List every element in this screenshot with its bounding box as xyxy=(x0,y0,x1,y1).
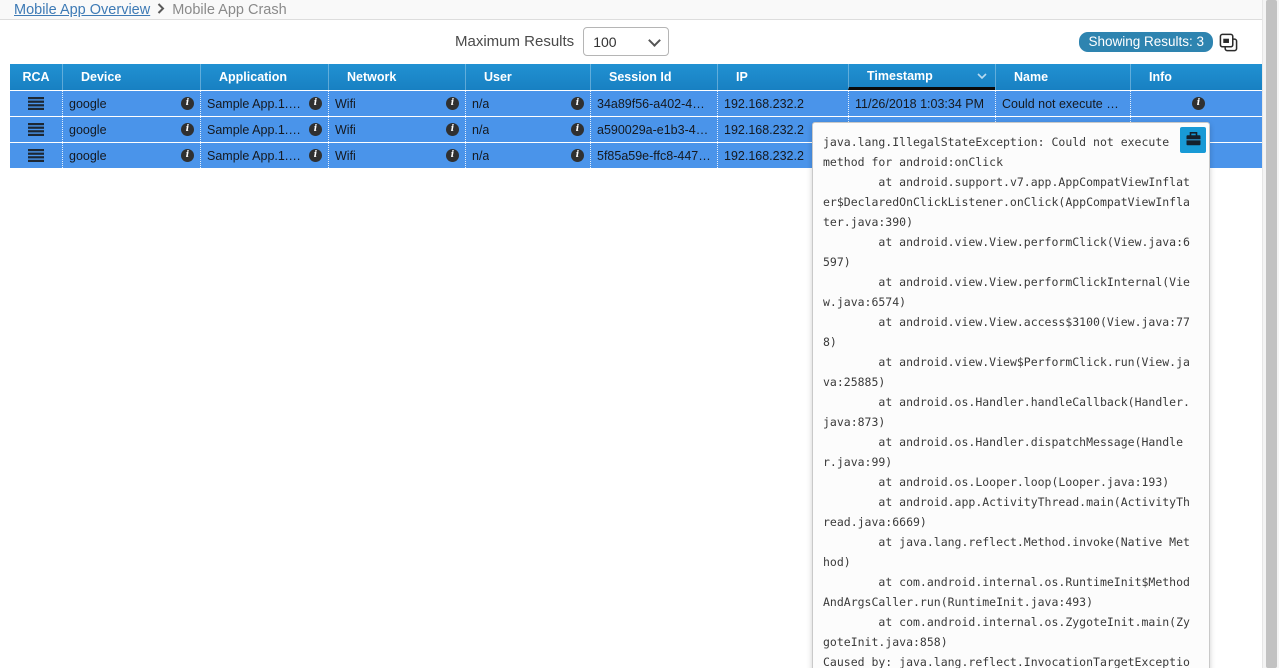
ip-cell: 192.168.232.2 xyxy=(717,91,848,116)
info-icon[interactable] xyxy=(571,97,584,110)
column-header-network[interactable]: Network xyxy=(328,64,465,90)
device-cell: google xyxy=(62,117,200,142)
application-cell: Sample App.1.8.5.1-S xyxy=(200,91,328,116)
info-icon[interactable] xyxy=(181,149,194,162)
session-id-value: 5f85a59e-ffc8-4471-9... xyxy=(597,149,711,163)
network-value: Wifi xyxy=(335,123,356,137)
network-value: Wifi xyxy=(335,97,356,111)
info-icon[interactable] xyxy=(309,123,322,136)
application-cell: Sample App.1.8.5.1-S xyxy=(200,143,328,168)
ip-value: 192.168.232.2 xyxy=(724,123,804,137)
column-header-session-id[interactable]: Session Id xyxy=(590,64,717,90)
info-icon[interactable] xyxy=(309,149,322,162)
network-value: Wifi xyxy=(335,149,356,163)
network-cell: Wifi xyxy=(328,91,465,116)
max-results-select[interactable]: 100 xyxy=(583,27,669,56)
device-cell: google xyxy=(62,91,200,116)
name-cell: Could not execute me... xyxy=(995,91,1130,116)
breadcrumb-current: Mobile App Crash xyxy=(172,2,286,18)
info-icon[interactable] xyxy=(571,123,584,136)
column-header-user[interactable]: User xyxy=(465,64,590,90)
timestamp-value: 11/26/2018 1:03:34 PM xyxy=(855,97,984,111)
application-value: Sample App.1.8.5.1-S xyxy=(207,149,305,163)
user-cell: n/a xyxy=(465,91,590,116)
column-header-name[interactable]: Name xyxy=(995,64,1130,90)
user-value: n/a xyxy=(472,123,489,137)
column-header-ip[interactable]: IP xyxy=(717,64,848,90)
info-icon[interactable] xyxy=(181,97,194,110)
copy-briefcase-icon xyxy=(1186,132,1201,149)
device-value: google xyxy=(69,149,107,163)
timestamp-cell: 11/26/2018 1:03:34 PM xyxy=(848,91,995,116)
rca-list-icon[interactable] xyxy=(28,97,44,110)
device-value: google xyxy=(69,123,107,137)
info-icon[interactable] xyxy=(446,97,459,110)
application-cell: Sample App.1.8.5.1-S xyxy=(200,117,328,142)
device-value: google xyxy=(69,97,107,111)
rca-list-icon[interactable] xyxy=(28,149,44,162)
network-cell: Wifi xyxy=(328,143,465,168)
scrollbar-thumb[interactable] xyxy=(1266,0,1277,668)
session-id-value: 34a89f56-a402-4bd6-... xyxy=(597,97,711,111)
showing-results-badge: Showing Results: 3 xyxy=(1079,32,1213,52)
rca-cell xyxy=(10,91,62,116)
info-icon[interactable] xyxy=(309,97,322,110)
user-value: n/a xyxy=(472,97,489,111)
application-value: Sample App.1.8.5.1-S xyxy=(207,123,305,137)
application-value: Sample App.1.8.5.1-S xyxy=(207,97,305,111)
max-results-label: Maximum Results xyxy=(455,33,574,50)
column-header-rca[interactable]: RCA xyxy=(10,64,62,90)
rca-cell xyxy=(10,143,62,168)
timestamp-header-label: Timestamp xyxy=(867,69,933,83)
rca-cell xyxy=(10,117,62,142)
name-value: Could not execute me... xyxy=(1002,97,1124,111)
network-cell: Wifi xyxy=(328,117,465,142)
column-header-device[interactable]: Device xyxy=(62,64,200,90)
info-icon[interactable] xyxy=(1192,97,1205,110)
user-cell: n/a xyxy=(465,143,590,168)
column-header-info[interactable]: Info xyxy=(1130,64,1262,90)
user-cell: n/a xyxy=(465,117,590,142)
breadcrumb: Mobile App Overview Mobile App Crash xyxy=(0,0,1262,20)
table-row[interactable]: google Sample App.1.8.5.1-S Wifi n/a 34a… xyxy=(10,91,1262,116)
table-header-row: RCA Device Application Network User Sess… xyxy=(10,64,1262,90)
user-value: n/a xyxy=(472,149,489,163)
ip-value: 192.168.232.2 xyxy=(724,97,804,111)
export-results-icon[interactable] xyxy=(1219,33,1238,52)
breadcrumb-link[interactable]: Mobile App Overview xyxy=(14,2,150,18)
chevron-down-icon xyxy=(977,69,987,83)
results-summary: Showing Results: 3 xyxy=(1079,32,1238,52)
info-icon[interactable] xyxy=(571,149,584,162)
vertical-scrollbar[interactable] xyxy=(1262,0,1279,668)
session-id-value: a590029a-e1b3-464e... xyxy=(597,123,711,137)
column-header-application[interactable]: Application xyxy=(200,64,328,90)
session-id-cell: 5f85a59e-ffc8-4471-9... xyxy=(590,143,717,168)
session-id-cell: a590029a-e1b3-464e... xyxy=(590,117,717,142)
stack-trace-popup: java.lang.IllegalStateException: Could n… xyxy=(812,122,1210,668)
info-icon[interactable] xyxy=(446,123,459,136)
stack-trace-text: java.lang.IllegalStateException: Could n… xyxy=(813,123,1209,668)
info-cell xyxy=(1130,91,1262,116)
max-results-control: Maximum Results 100 xyxy=(455,27,669,56)
column-header-timestamp[interactable]: Timestamp xyxy=(848,64,995,90)
chevron-right-icon xyxy=(157,2,165,18)
info-icon[interactable] xyxy=(181,123,194,136)
copy-button[interactable] xyxy=(1180,127,1206,153)
session-id-cell: 34a89f56-a402-4bd6-... xyxy=(590,91,717,116)
ip-value: 192.168.232.2 xyxy=(724,149,804,163)
rca-list-icon[interactable] xyxy=(28,123,44,136)
info-icon[interactable] xyxy=(446,149,459,162)
device-cell: google xyxy=(62,143,200,168)
